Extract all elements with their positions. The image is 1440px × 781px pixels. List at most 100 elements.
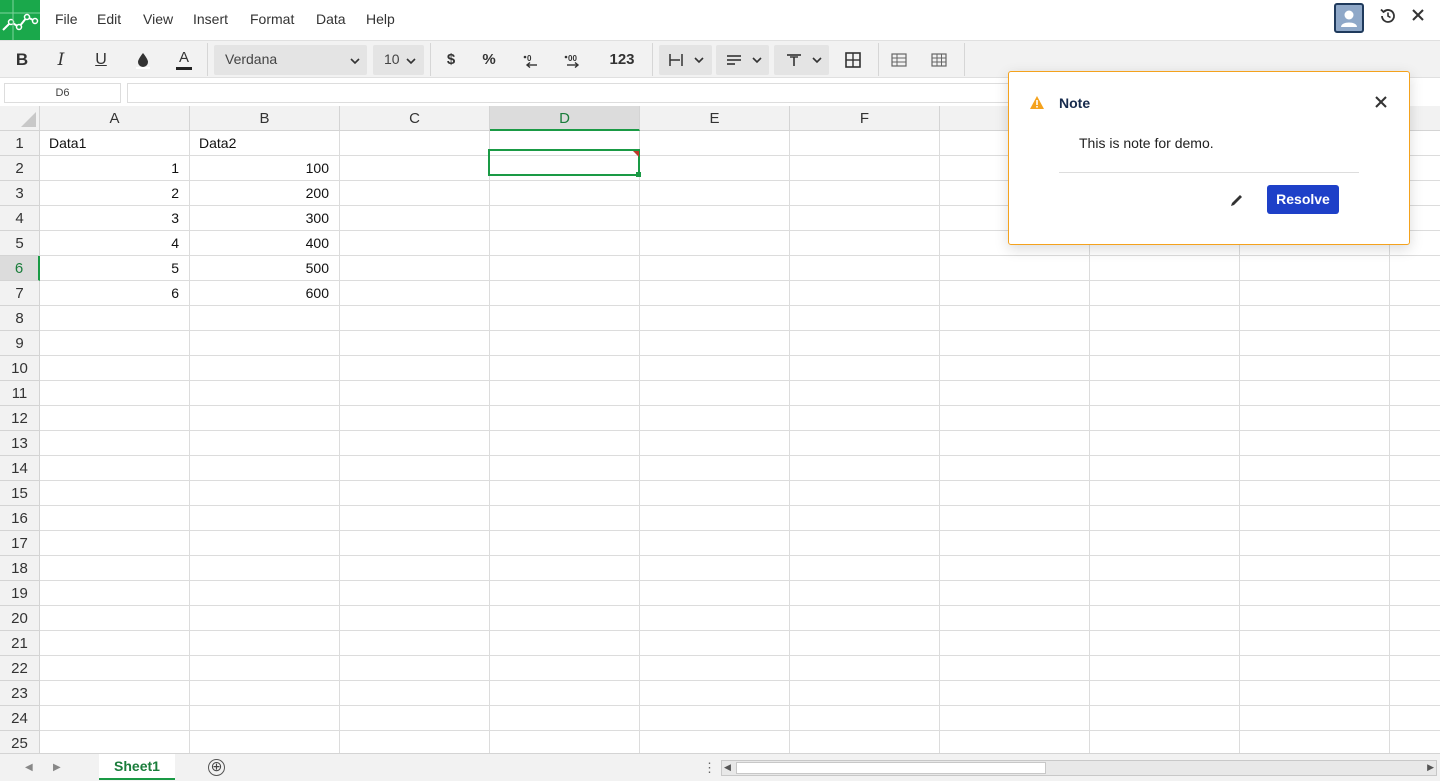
fill-handle[interactable]: [636, 172, 641, 177]
row-header[interactable]: 8: [0, 306, 40, 331]
text-align-dropdown[interactable]: [716, 45, 769, 75]
horizontal-scrollbar[interactable]: ◀ ▶: [721, 760, 1437, 776]
spreadsheet-app: File Edit View Insert Format Data Help B…: [0, 0, 1440, 781]
resolve-button[interactable]: Resolve: [1267, 185, 1339, 214]
row-header[interactable]: 18: [0, 556, 40, 581]
grid-line: [40, 380, 1440, 381]
cell-B7[interactable]: 600: [190, 281, 329, 306]
cell-A2[interactable]: 1: [40, 156, 179, 181]
scroll-left-icon[interactable]: ◀: [724, 762, 731, 773]
bold-button[interactable]: B: [8, 41, 36, 78]
grid-line: [40, 605, 1440, 606]
column-header[interactable]: D: [490, 106, 640, 131]
menu-insert[interactable]: Insert: [193, 11, 228, 27]
horizontal-align-dropdown[interactable]: [659, 45, 712, 75]
name-box[interactable]: D6: [4, 83, 121, 103]
scroll-right-icon[interactable]: ▶: [1427, 762, 1434, 773]
row-header[interactable]: 13: [0, 431, 40, 456]
scrollbar-thumb[interactable]: [736, 762, 1046, 774]
currency-format-button[interactable]: $: [438, 41, 464, 78]
cell-B5[interactable]: 400: [190, 231, 329, 256]
row-header[interactable]: 14: [0, 456, 40, 481]
user-avatar[interactable]: [1334, 3, 1364, 33]
select-all-corner[interactable]: [0, 106, 40, 131]
cell-B1[interactable]: Data2: [199, 131, 236, 156]
active-cell-D6[interactable]: [488, 149, 640, 176]
cell-A4[interactable]: 3: [40, 206, 179, 231]
cell-B6[interactable]: 500: [190, 256, 329, 281]
cell-B4[interactable]: 300: [190, 206, 329, 231]
row-header[interactable]: 5: [0, 231, 40, 256]
menu-format[interactable]: Format: [250, 11, 294, 27]
more-options-icon[interactable]: ⋮: [703, 760, 716, 776]
row-header[interactable]: 3: [0, 181, 40, 206]
cell-A3[interactable]: 2: [40, 181, 179, 206]
underline-button[interactable]: U: [87, 41, 115, 78]
svg-text:00: 00: [568, 54, 577, 63]
increase-decimal-button[interactable]: 00: [560, 41, 586, 78]
chevron-down-icon: [406, 58, 416, 65]
row-header[interactable]: 4: [0, 206, 40, 231]
row-header[interactable]: 16: [0, 506, 40, 531]
sheet-tab-sheet1[interactable]: Sheet1: [99, 754, 175, 780]
font-size-select[interactable]: 10: [373, 45, 424, 75]
cell-A1[interactable]: Data1: [49, 131, 86, 156]
row-header[interactable]: 21: [0, 631, 40, 656]
column-header[interactable]: F: [790, 106, 940, 131]
row-header[interactable]: 10: [0, 356, 40, 381]
row-header[interactable]: 24: [0, 706, 40, 731]
freeze-rows-button[interactable]: [886, 41, 912, 78]
close-icon[interactable]: [1374, 95, 1388, 109]
menu-view[interactable]: View: [143, 11, 173, 27]
row-header[interactable]: 25: [0, 731, 40, 753]
font-family-select[interactable]: Verdana: [214, 45, 367, 75]
cell-A7[interactable]: 6: [40, 281, 179, 306]
row-header[interactable]: 20: [0, 606, 40, 631]
pencil-icon[interactable]: [1229, 192, 1245, 208]
row-header[interactable]: 9: [0, 331, 40, 356]
toolbar-divider: [207, 43, 208, 76]
vertical-align-dropdown[interactable]: [774, 45, 829, 75]
column-header[interactable]: E: [640, 106, 790, 131]
row-header[interactable]: 22: [0, 656, 40, 681]
text-color-button[interactable]: A: [170, 41, 198, 78]
grid-line: [40, 455, 1440, 456]
decrease-decimal-button[interactable]: 0: [518, 41, 544, 78]
borders-button[interactable]: [840, 41, 866, 78]
menu-file[interactable]: File: [55, 11, 78, 27]
column-header[interactable]: B: [190, 106, 340, 131]
grid-line: [339, 131, 340, 753]
row-header[interactable]: 15: [0, 481, 40, 506]
note-divider: [1059, 172, 1359, 173]
fill-color-button[interactable]: [129, 41, 157, 78]
italic-button[interactable]: I: [47, 41, 75, 78]
cell-A5[interactable]: 4: [40, 231, 179, 256]
row-header[interactable]: 6: [0, 256, 40, 281]
cell-B3[interactable]: 200: [190, 181, 329, 206]
row-header[interactable]: 17: [0, 531, 40, 556]
formula-input[interactable]: [127, 83, 1027, 103]
row-header[interactable]: 12: [0, 406, 40, 431]
cell-B2[interactable]: 100: [190, 156, 329, 181]
toolbar-divider: [878, 43, 879, 76]
row-header[interactable]: 11: [0, 381, 40, 406]
row-header[interactable]: 2: [0, 156, 40, 181]
prev-sheet-icon[interactable]: ◀: [25, 762, 33, 773]
menu-edit[interactable]: Edit: [97, 11, 121, 27]
percent-format-button[interactable]: %: [476, 41, 502, 78]
menu-data[interactable]: Data: [316, 11, 346, 27]
row-header[interactable]: 23: [0, 681, 40, 706]
row-header[interactable]: 1: [0, 131, 40, 156]
cell-A6[interactable]: 5: [40, 256, 179, 281]
freeze-columns-button[interactable]: [926, 41, 952, 78]
menu-help[interactable]: Help: [366, 11, 395, 27]
close-icon[interactable]: [1410, 7, 1426, 23]
row-header[interactable]: 7: [0, 281, 40, 306]
column-header[interactable]: A: [40, 106, 190, 131]
number-format-button[interactable]: 123: [603, 41, 641, 78]
next-sheet-icon[interactable]: ▶: [53, 762, 61, 773]
add-sheet-button[interactable]: ⊕: [208, 759, 225, 776]
row-header[interactable]: 19: [0, 581, 40, 606]
column-header[interactable]: C: [340, 106, 490, 131]
history-icon[interactable]: [1379, 7, 1397, 25]
